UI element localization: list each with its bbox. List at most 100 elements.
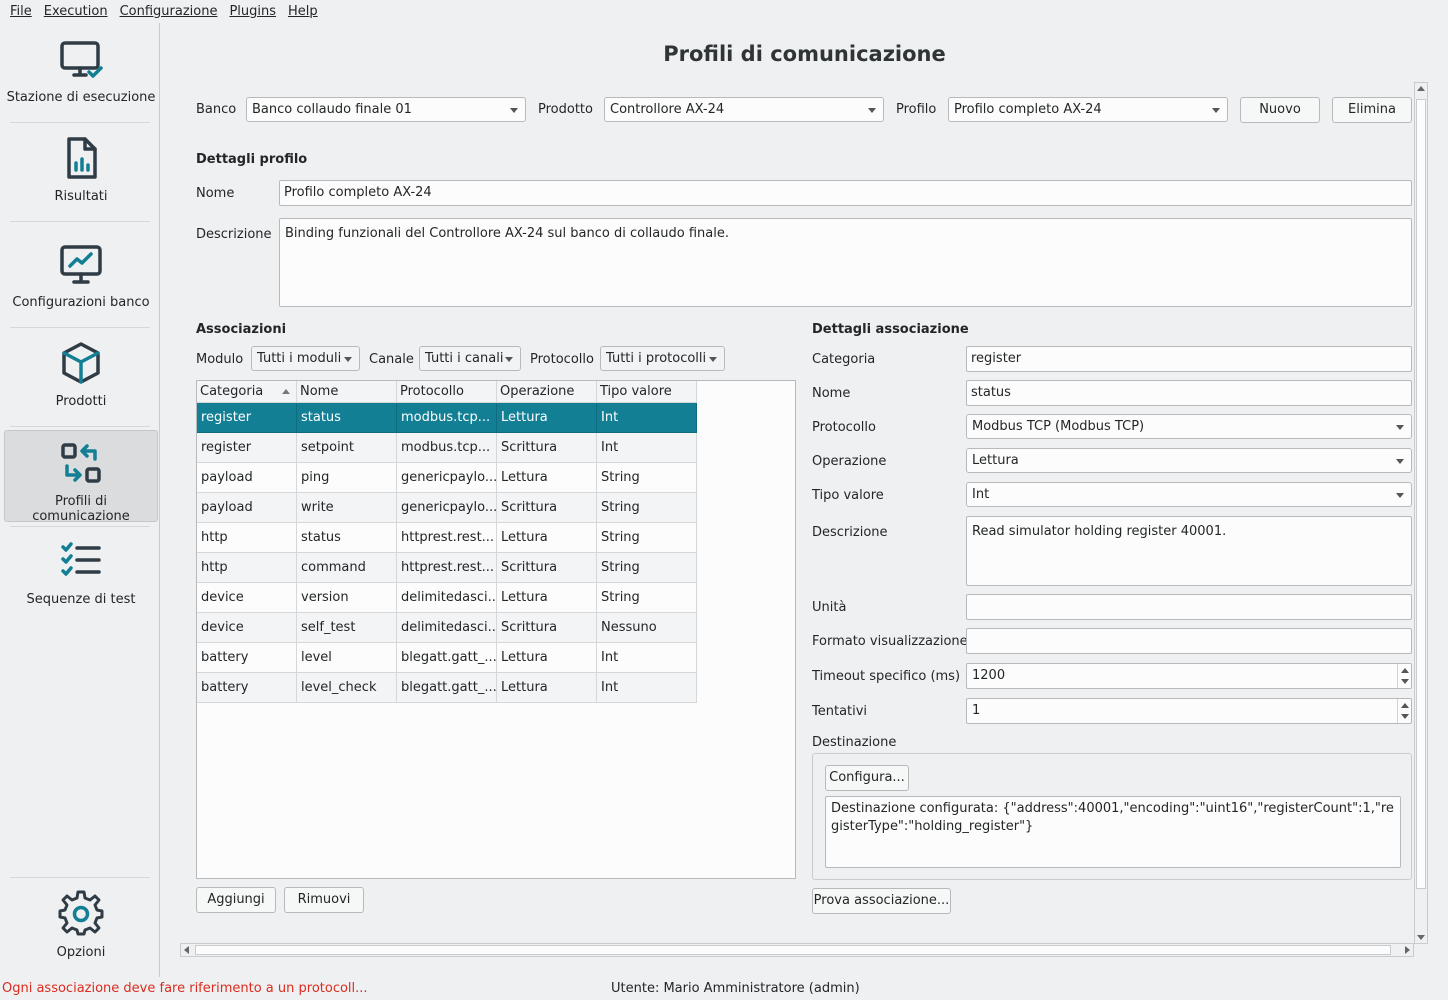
- modulo-filter[interactable]: Tutti i moduli: [251, 346, 360, 371]
- table-cell: Nessuno: [597, 613, 697, 643]
- menu-execution[interactable]: Execution: [39, 0, 113, 23]
- chevron-down-icon: [344, 357, 352, 362]
- timeout-label: Timeout specifico (ms): [812, 669, 961, 684]
- tipo-valore-label: Tipo valore: [812, 488, 884, 503]
- profile-name-field[interactable]: Profilo completo AX-24: [279, 180, 1412, 206]
- spin-up-icon[interactable]: [1401, 668, 1409, 673]
- profile-description-field[interactable]: Binding funzionali del Controllore AX-24…: [279, 218, 1412, 307]
- column-header-operazione[interactable]: Operazione: [497, 381, 597, 403]
- table-cell: String: [597, 463, 697, 493]
- prova-associazione-button[interactable]: Prova associazione...: [812, 888, 951, 914]
- unita-field[interactable]: [966, 594, 1412, 620]
- horizontal-scrollbar[interactable]: [180, 943, 1414, 957]
- aggiungi-button[interactable]: Aggiungi: [196, 887, 276, 913]
- menu-help[interactable]: Help: [283, 0, 323, 23]
- scroll-left-icon[interactable]: [184, 946, 189, 954]
- table-row[interactable]: payload write genericpaylo... Scrittura …: [197, 493, 697, 523]
- spin-down-icon[interactable]: [1401, 714, 1409, 719]
- operazione-select[interactable]: Lettura: [966, 448, 1412, 473]
- categoria-field[interactable]: register: [966, 346, 1412, 372]
- tipo-valore-select[interactable]: Int: [966, 482, 1412, 507]
- table-cell: level: [297, 643, 397, 673]
- table-cell: version: [297, 583, 397, 613]
- sidebar-item-risultati[interactable]: Risultati: [4, 126, 158, 218]
- scroll-up-icon[interactable]: [1417, 86, 1425, 91]
- table-cell: Scrittura: [497, 613, 597, 643]
- elimina-button[interactable]: Elimina: [1332, 97, 1412, 123]
- scroll-down-icon[interactable]: [1417, 935, 1425, 940]
- table-row[interactable]: payload ping genericpaylo... Lettura Str…: [197, 463, 697, 493]
- configura-button[interactable]: Configura...: [825, 765, 909, 791]
- chevron-down-icon: [1212, 108, 1220, 113]
- table-cell: battery: [197, 643, 297, 673]
- table-cell: Lettura: [497, 583, 597, 613]
- table-row[interactable]: device self_test delimitedasci... Scritt…: [197, 613, 697, 643]
- column-header-categoria[interactable]: Categoria: [197, 381, 297, 403]
- column-header-tipo-valore[interactable]: Tipo valore: [597, 381, 697, 403]
- canale-filter[interactable]: Tutti i canali: [419, 346, 521, 371]
- swap-arrows-icon: [5, 439, 157, 487]
- sidebar: Stazione di esecuzione Risultati Configu…: [0, 23, 160, 977]
- scrollbar-thumb[interactable]: [1416, 99, 1426, 889]
- table-cell: register: [197, 403, 297, 433]
- spin-up-icon[interactable]: [1401, 703, 1409, 708]
- timeout-spinbox[interactable]: 1200: [966, 663, 1412, 689]
- menu-file[interactable]: File: [5, 0, 37, 23]
- sidebar-item-configurazioni-banco[interactable]: Configurazioni banco: [4, 232, 158, 324]
- status-user: Utente: Mario Amministratore (admin): [611, 981, 860, 996]
- profilo-select[interactable]: Profilo completo AX-24: [948, 97, 1228, 122]
- formato-label: Formato visualizzazione: [812, 634, 968, 649]
- protocollo-select[interactable]: Modbus TCP (Modbus TCP): [966, 414, 1412, 439]
- sidebar-label: Risultati: [54, 189, 108, 204]
- operazione-label: Operazione: [812, 454, 887, 469]
- table-row[interactable]: battery level_check blegatt.gatt_... Let…: [197, 673, 697, 703]
- formato-field[interactable]: [966, 628, 1412, 654]
- report-file-icon: [4, 134, 158, 182]
- sidebar-label: Sequenze di test: [26, 592, 136, 607]
- table-cell: genericpaylo...: [397, 493, 497, 523]
- prodotto-select[interactable]: Controllore AX-24: [604, 97, 884, 122]
- table-cell: Int: [597, 643, 697, 673]
- table-cell: blegatt.gatt_...: [397, 673, 497, 703]
- table-row[interactable]: device version delimitedasci... Lettura …: [197, 583, 697, 613]
- dettagli-associazione-title: Dettagli associazione: [812, 322, 969, 337]
- column-header-nome[interactable]: Nome: [297, 381, 397, 403]
- status-error-message: Ogni associazione deve fare riferimento …: [2, 981, 368, 996]
- rimuovi-button[interactable]: Rimuovi: [284, 887, 364, 913]
- monitor-check-icon: [4, 35, 158, 83]
- sidebar-label: Profili di comunicazione: [32, 494, 130, 524]
- prodotto-label: Prodotto: [538, 102, 593, 117]
- table-row[interactable]: battery level blegatt.gatt_... Lettura I…: [197, 643, 697, 673]
- modulo-label: Modulo: [196, 352, 244, 367]
- vertical-scrollbar[interactable]: [1414, 82, 1428, 944]
- table-row[interactable]: http status httprest.rest... Lettura Str…: [197, 523, 697, 553]
- protocollo-filter[interactable]: Tutti i protocolli: [600, 346, 725, 371]
- table-cell: genericpaylo...: [397, 463, 497, 493]
- menu-configurazione[interactable]: Configurazione: [115, 0, 223, 23]
- descrizione-assoc-field[interactable]: Read simulator holding register 40001.: [966, 516, 1412, 586]
- sidebar-item-sequenze[interactable]: Sequenze di test: [4, 529, 158, 621]
- table-row[interactable]: register status modbus.tcp... Lettura In…: [197, 403, 697, 433]
- nuovo-button[interactable]: Nuovo: [1240, 97, 1320, 123]
- tentativi-spinbox[interactable]: 1: [966, 698, 1412, 724]
- table-cell: modbus.tcp...: [397, 403, 497, 433]
- chevron-down-icon: [1396, 459, 1404, 464]
- sidebar-item-profili[interactable]: Profili di comunicazione: [4, 430, 158, 524]
- menu-plugins[interactable]: Plugins: [224, 0, 281, 23]
- nome-assoc-field[interactable]: status: [966, 380, 1412, 406]
- sidebar-item-prodotti[interactable]: Prodotti: [4, 331, 158, 423]
- scroll-right-icon[interactable]: [1405, 946, 1410, 954]
- table-cell: self_test: [297, 613, 397, 643]
- table-row[interactable]: http command httprest.rest... Scrittura …: [197, 553, 697, 583]
- scrollbar-thumb[interactable]: [195, 945, 1391, 955]
- table-row[interactable]: register setpoint modbus.tcp... Scrittur…: [197, 433, 697, 463]
- sidebar-label: Opzioni: [56, 945, 106, 960]
- banco-select[interactable]: Banco collaudo finale 01: [246, 97, 526, 122]
- sidebar-item-stazione[interactable]: Stazione di esecuzione: [4, 27, 158, 119]
- spin-down-icon[interactable]: [1401, 679, 1409, 684]
- sidebar-label: Configurazioni banco: [12, 295, 150, 310]
- sidebar-item-opzioni[interactable]: Opzioni: [4, 882, 158, 974]
- column-header-protocollo[interactable]: Protocollo: [397, 381, 497, 403]
- table-cell: status: [297, 523, 397, 553]
- table-cell: Lettura: [497, 523, 597, 553]
